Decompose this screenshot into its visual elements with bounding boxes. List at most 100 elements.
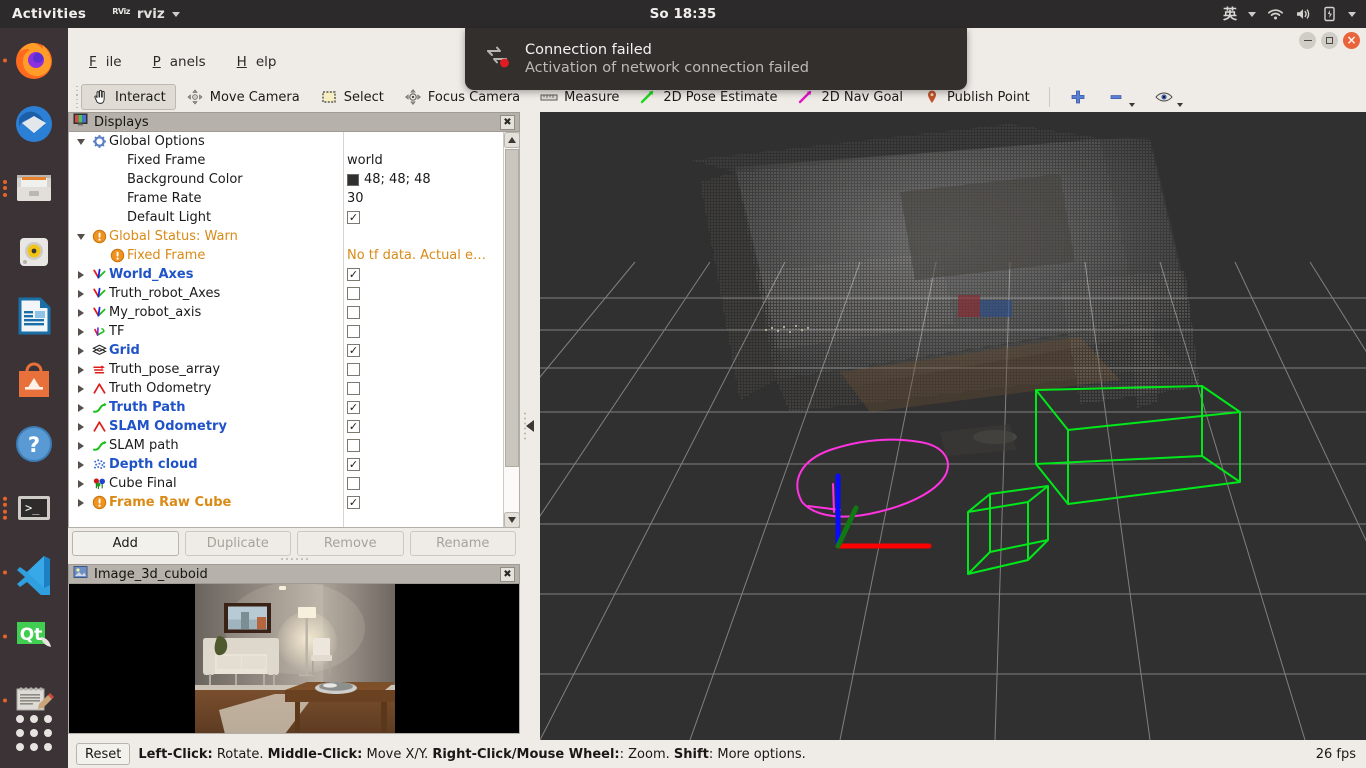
scrollbar-thumb[interactable]	[505, 149, 519, 467]
display-value-cell[interactable]: 30	[347, 191, 507, 206]
display-value-cell[interactable]	[347, 306, 507, 319]
dock-item-files[interactable]	[0, 156, 68, 220]
remove-tool-button[interactable]	[1097, 84, 1145, 110]
display-enable-checkbox[interactable]: ✓	[347, 268, 360, 281]
dock-item-ubuntu-software[interactable]	[0, 348, 68, 412]
display-row-depth-cloud[interactable]: Depth cloud ✓	[69, 455, 519, 474]
chevron-down-icon[interactable]	[1348, 11, 1356, 17]
expand-arrow-icon[interactable]	[73, 498, 89, 507]
display-row-slam-path[interactable]: SLAM path	[69, 436, 519, 455]
toolbar-grip[interactable]	[72, 85, 81, 109]
maximize-button[interactable]	[1321, 32, 1338, 49]
expand-arrow-icon[interactable]	[73, 403, 89, 412]
left-splitter[interactable]	[520, 112, 540, 740]
tool-move-camera[interactable]: Move Camera	[176, 84, 310, 110]
display-value-cell[interactable]: world	[347, 153, 507, 168]
display-value-cell[interactable]: ✓	[347, 420, 507, 433]
expand-arrow-icon[interactable]	[73, 460, 89, 469]
close-icon[interactable]: ✖	[500, 114, 515, 130]
menu-item-file[interactable]: File	[80, 52, 140, 72]
dock-item-help[interactable]: ?	[0, 412, 68, 476]
display-value-cell[interactable]: ✓	[347, 268, 507, 281]
expand-arrow-icon[interactable]	[73, 289, 89, 298]
dock-item-qtcreator[interactable]: Qt	[0, 604, 68, 668]
remove-button[interactable]: Remove	[297, 530, 404, 556]
display-value-cell[interactable]: ✓	[347, 496, 507, 509]
display-value-cell[interactable]	[347, 287, 507, 300]
expand-arrow-icon[interactable]	[73, 479, 89, 488]
display-row-frame-rate[interactable]: Frame Rate 30	[69, 189, 519, 208]
add-tool-button[interactable]	[1059, 84, 1097, 110]
expand-arrow-icon[interactable]	[73, 327, 89, 336]
display-row-tf[interactable]: TF	[69, 322, 519, 341]
display-row-background-color[interactable]: Background Color 48; 48; 48	[69, 170, 519, 189]
display-row-fixed-frame[interactable]: Fixed Frame world	[69, 151, 519, 170]
display-value-cell[interactable]: ✓	[347, 211, 507, 224]
display-value-cell[interactable]: No tf data. Actual e…	[347, 248, 507, 263]
chevron-down-icon[interactable]	[1176, 103, 1183, 107]
display-row-world-axes[interactable]: World_Axes ✓	[69, 265, 519, 284]
expand-arrow-icon[interactable]	[73, 422, 89, 431]
display-enable-checkbox[interactable]	[347, 287, 360, 300]
render-view-3d[interactable]	[540, 112, 1366, 740]
display-row-global-status[interactable]: Global Status: Warn	[69, 227, 519, 246]
display-enable-checkbox[interactable]	[347, 382, 360, 395]
close-icon[interactable]: ✖	[500, 566, 515, 582]
tool-interact[interactable]: Interact	[81, 84, 176, 110]
display-value-cell[interactable]: ✓	[347, 458, 507, 471]
display-row-default-light[interactable]: Default Light ✓	[69, 208, 519, 227]
rename-button[interactable]: Rename	[409, 530, 516, 556]
display-value-cell[interactable]	[347, 439, 507, 452]
display-enable-checkbox[interactable]: ✓	[347, 420, 360, 433]
display-value-cell[interactable]	[347, 363, 507, 376]
display-value-cell[interactable]: ✓	[347, 401, 507, 414]
expand-arrow-icon[interactable]	[73, 270, 89, 279]
display-value-cell[interactable]: 48; 48; 48	[347, 172, 507, 187]
dock-item-libreoffice-impress[interactable]	[0, 284, 68, 348]
display-enable-checkbox[interactable]: ✓	[347, 211, 360, 224]
display-enable-checkbox[interactable]	[347, 325, 360, 338]
display-value-cell[interactable]	[347, 325, 507, 338]
image-view[interactable]	[68, 584, 520, 734]
tool-select[interactable]: Select	[310, 84, 394, 110]
panel-splitter-handle[interactable]	[68, 554, 520, 564]
menu-item-panels[interactable]: Panels	[144, 52, 224, 72]
dock-item-terminal[interactable]: >_	[0, 476, 68, 540]
scroll-down-button[interactable]	[504, 512, 519, 527]
display-row-status-fixed-frame[interactable]: Fixed Frame No tf data. Actual e…	[69, 246, 519, 265]
color-swatch[interactable]	[347, 173, 359, 186]
minimize-button[interactable]	[1299, 32, 1316, 49]
tree-scrollbar[interactable]	[503, 132, 519, 527]
display-enable-checkbox[interactable]: ✓	[347, 344, 360, 357]
display-enable-checkbox[interactable]: ✓	[347, 401, 360, 414]
visibility-button[interactable]	[1145, 84, 1193, 110]
notification-popup[interactable]: Connection failed Activation of network …	[465, 28, 967, 90]
chevron-down-icon[interactable]	[1248, 11, 1256, 17]
display-row-global-options[interactable]: Global Options	[69, 132, 519, 151]
dock-item-firefox[interactable]	[0, 28, 68, 92]
close-button[interactable]: ×	[1343, 32, 1360, 49]
display-row-frame-raw-cube[interactable]: Frame Raw Cube ✓	[69, 493, 519, 512]
clock[interactable]: So 18:35	[0, 6, 1366, 22]
duplicate-button[interactable]: Duplicate	[184, 530, 291, 556]
dock-item-vscode[interactable]	[0, 540, 68, 604]
collapse-left-icon[interactable]	[526, 420, 534, 432]
display-value-cell[interactable]	[347, 382, 507, 395]
collapse-arrow-icon[interactable]	[73, 233, 89, 240]
display-row-truth-odometry[interactable]: Truth Odometry	[69, 379, 519, 398]
expand-arrow-icon[interactable]	[73, 346, 89, 355]
input-method-indicator[interactable]: 英	[1223, 4, 1237, 24]
show-applications-button[interactable]	[0, 704, 68, 762]
display-row-slam-odometry[interactable]: SLAM Odometry ✓	[69, 417, 519, 436]
dock-item-thunderbird[interactable]	[0, 92, 68, 156]
reset-button[interactable]: Reset	[76, 743, 131, 765]
display-row-truth-robot-axes[interactable]: Truth_robot_Axes	[69, 284, 519, 303]
displays-tree[interactable]: Global Options Fixed Frame world Background…	[68, 132, 520, 528]
display-row-grid[interactable]: Grid ✓	[69, 341, 519, 360]
add-button[interactable]: Add	[72, 530, 179, 556]
collapse-arrow-icon[interactable]	[73, 138, 89, 145]
expand-arrow-icon[interactable]	[73, 384, 89, 393]
chevron-down-icon[interactable]	[1128, 103, 1135, 107]
display-row-my-robot-axis[interactable]: My_robot_axis	[69, 303, 519, 322]
expand-arrow-icon[interactable]	[73, 441, 89, 450]
